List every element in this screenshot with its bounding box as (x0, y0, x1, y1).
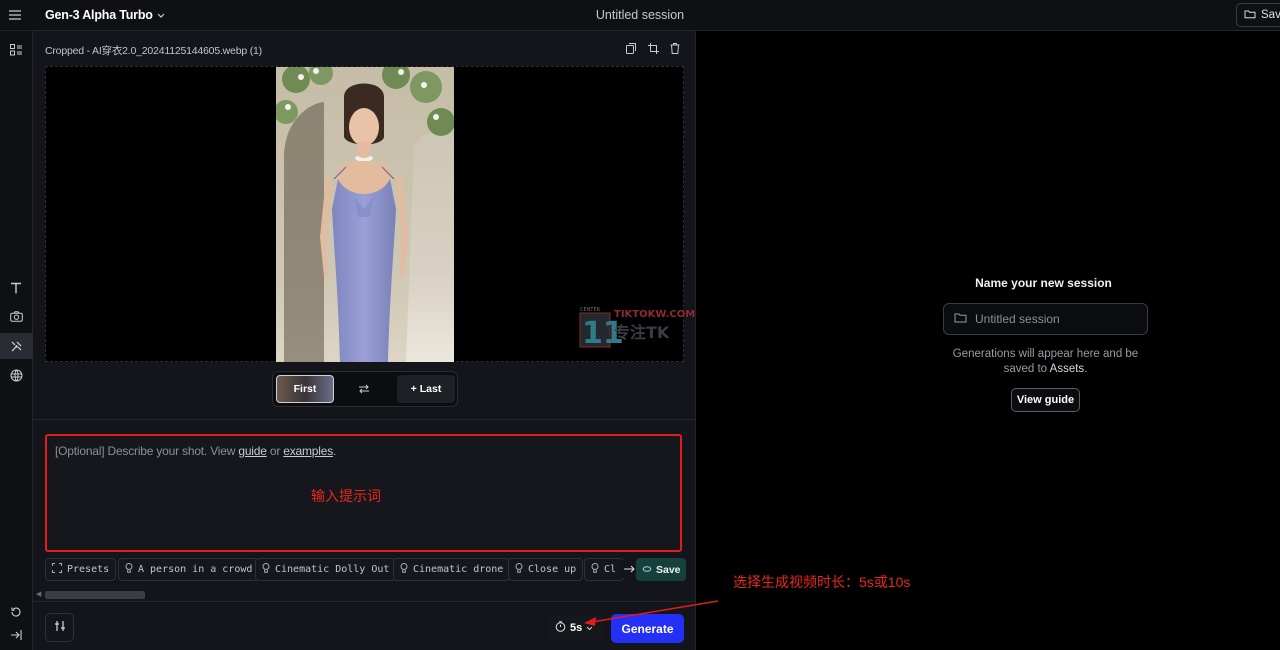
model-name: Gen-3 Alpha Turbo (45, 8, 153, 22)
presets-row: Presets A person in a crowd Cinematic Do… (45, 558, 686, 582)
preset-chip-label: Cl (604, 564, 617, 575)
generation-panel: Cropped - AI穿衣2.0_20241125144605.webp (1… (33, 31, 696, 650)
prompt-textarea[interactable]: [Optional] Describe your shot. View guid… (45, 434, 682, 552)
bulb-icon (591, 563, 599, 576)
bulb-icon (515, 563, 523, 576)
assets-link[interactable]: Assets (1050, 363, 1085, 375)
folder-icon (954, 312, 967, 326)
prompt-placeholder: [Optional] Describe your shot. View guid… (55, 444, 336, 458)
camera-icon[interactable] (4, 304, 28, 328)
bottom-divider (33, 601, 696, 602)
preset-chip[interactable]: Close up (508, 558, 584, 581)
examples-link[interactable]: examples (283, 444, 333, 458)
prompt-suffix: . (333, 444, 337, 458)
bulb-icon (262, 563, 270, 576)
save-session-button[interactable]: Save (1236, 3, 1280, 27)
swap-frames-icon[interactable] (351, 381, 377, 397)
bulb-icon (125, 563, 133, 576)
settings-button[interactable] (45, 613, 74, 642)
session-info-line1: Generations will appear here and be (952, 348, 1139, 360)
globe-icon[interactable] (4, 363, 28, 387)
save-preset-icon (642, 564, 652, 576)
first-frame-label: First (293, 383, 317, 395)
new-session-title: Name your new session (975, 276, 1112, 290)
tools-icon[interactable] (0, 333, 33, 359)
scroll-left-icon[interactable]: ◀ (36, 590, 41, 598)
scrollbar-thumb[interactable] (45, 591, 145, 599)
bulb-icon (400, 563, 408, 576)
last-frame-label: + Last (410, 383, 442, 395)
history-icon[interactable] (4, 600, 28, 624)
text-icon[interactable] (4, 276, 28, 300)
trash-icon[interactable] (669, 41, 681, 55)
session-name-field[interactable] (943, 303, 1148, 335)
chevron-down-icon (586, 622, 593, 634)
info-prefix: saved to (1003, 363, 1050, 375)
preset-chip[interactable]: Cinematic drone (393, 558, 511, 581)
session-name-input[interactable] (975, 312, 1135, 326)
last-frame-button[interactable]: + Last (397, 375, 455, 403)
apps-icon[interactable] (4, 38, 28, 62)
timer-icon (555, 621, 566, 635)
hamburger-menu-icon[interactable] (6, 6, 24, 24)
session-info-text: Generations will appear here and be save… (943, 347, 1148, 377)
copy-icon[interactable] (625, 41, 637, 55)
preset-chip-label: Close up (528, 564, 577, 575)
presets-label: Presets (67, 564, 110, 575)
watermark-subtext: 专注TK (614, 323, 670, 342)
section-divider (33, 419, 696, 420)
watermark-logo: CENTER 11 TIKTOKW.COM 专注TK (578, 305, 703, 354)
file-actions (625, 41, 681, 55)
guide-link[interactable]: guide (238, 444, 267, 458)
session-title: Untitled session (595, 8, 685, 22)
file-name: Cropped - AI穿衣2.0_20241125144605.webp (1… (45, 45, 262, 57)
generate-button[interactable]: Generate (611, 614, 684, 643)
horizontal-scrollbar[interactable]: ◀ (36, 590, 689, 599)
session-info-line2: saved to Assets. (943, 362, 1148, 377)
chevron-down-icon (157, 8, 165, 22)
preset-chip[interactable]: A person in a crowd (118, 558, 260, 581)
prompt-placeholder-text: [Optional] Describe your shot. View (55, 444, 239, 458)
prompt-or-text: or (266, 444, 284, 458)
folder-icon (1244, 9, 1256, 22)
svg-text:CENTER: CENTER (580, 307, 601, 313)
duration-selector[interactable]: 5s (547, 615, 603, 641)
preset-chip-label: A person in a crowd (138, 564, 253, 575)
watermark-domain: TIKTOKW.COM (614, 309, 695, 320)
sliders-icon (54, 620, 66, 635)
preset-chip-label: Cinematic drone (413, 564, 504, 575)
duration-value: 5s (570, 622, 583, 634)
top-bar: Gen-3 Alpha Turbo Untitled session Save (0, 0, 1280, 31)
save-preset-button[interactable]: Save (636, 558, 686, 581)
info-suffix: . (1084, 363, 1088, 375)
prompt-annotation: 输入提示词 (311, 488, 381, 504)
session-area: Name your new session Generations will a… (697, 31, 1280, 650)
preset-chip[interactable]: Cl (584, 558, 624, 581)
save-label: Save (1261, 9, 1280, 21)
save-preset-label: Save (656, 563, 681, 576)
preset-chip[interactable]: Cinematic Dolly Out (255, 558, 397, 581)
uploaded-image (276, 67, 454, 362)
preset-chip-label: Cinematic Dolly Out (275, 564, 390, 575)
view-guide-button[interactable]: View guide (1011, 388, 1080, 412)
first-frame-button[interactable]: First (276, 375, 334, 403)
crop-icon[interactable] (647, 41, 659, 55)
left-sidebar (0, 31, 33, 650)
model-selector[interactable]: Gen-3 Alpha Turbo (45, 8, 165, 22)
first-last-frame-toggle: First + Last (272, 371, 458, 407)
presets-button[interactable]: Presets (45, 558, 117, 581)
collapse-sidebar-icon[interactable] (4, 623, 28, 647)
presets-icon (52, 563, 62, 576)
duration-annotation: 选择生成视频时长：5s或10s (733, 574, 911, 590)
